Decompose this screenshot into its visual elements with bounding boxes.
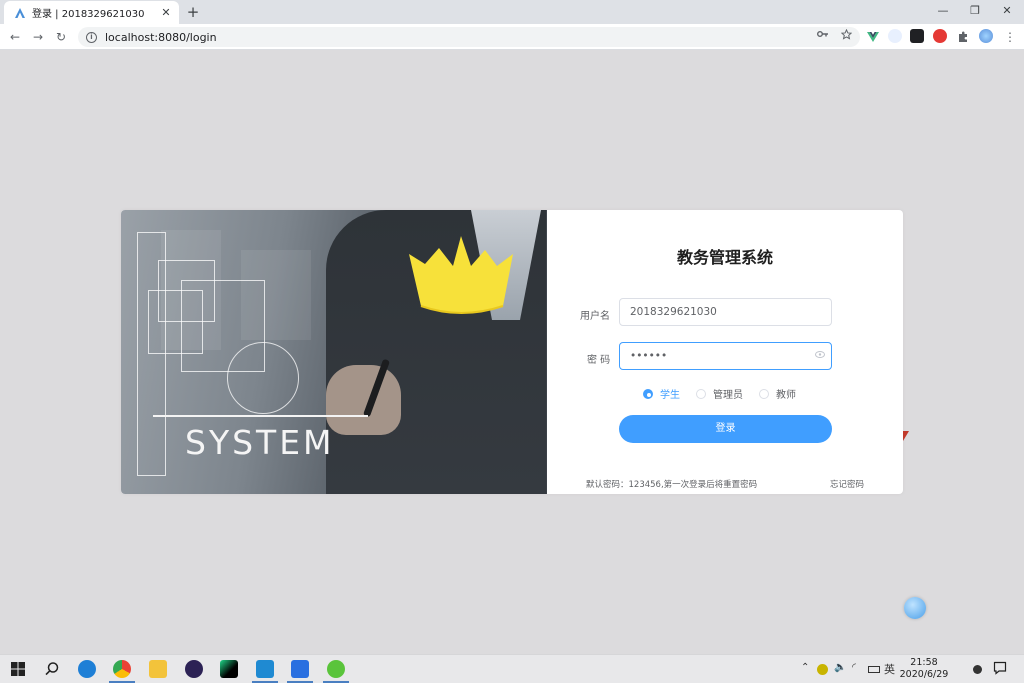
browser-tab[interactable]: 登录 | 2018329621030 ✕ bbox=[4, 1, 179, 24]
volume-icon[interactable]: 🔈 bbox=[834, 662, 846, 673]
outline-circle bbox=[227, 342, 299, 414]
puzzle-icon[interactable] bbox=[956, 29, 970, 43]
floating-assistant-icon[interactable] bbox=[904, 597, 926, 619]
tab-title: 登录 | 2018329621030 bbox=[32, 9, 145, 20]
search-icon[interactable] bbox=[43, 660, 61, 678]
role-radio-admin[interactable]: 管理员 bbox=[696, 386, 743, 401]
tray-expand-icon[interactable]: ⌃ bbox=[801, 662, 809, 673]
edge-icon[interactable] bbox=[78, 660, 96, 678]
forgot-password-link[interactable]: 忘记密码 bbox=[830, 478, 864, 490]
address-bar[interactable]: i localhost:8080/login bbox=[78, 27, 860, 47]
password-input[interactable]: •••••• bbox=[619, 342, 832, 370]
star-icon[interactable] bbox=[841, 29, 852, 40]
username-label: 用户名 bbox=[580, 311, 610, 322]
action-center-icon[interactable] bbox=[993, 661, 1007, 675]
system-underline bbox=[153, 415, 368, 417]
browser-tab-strip: 登录 | 2018329621030 ✕ + — ❐ ✕ bbox=[0, 0, 1024, 24]
minimize-button[interactable]: — bbox=[926, 0, 960, 22]
windows-taskbar: ⌃ 🔈 ◜ 英 21:58 2020/6/29 bbox=[0, 654, 1024, 683]
tab-close-icon[interactable]: ✕ bbox=[159, 6, 173, 19]
role-radio-teacher[interactable]: 教师 bbox=[759, 386, 796, 401]
vscode-icon[interactable] bbox=[256, 660, 274, 678]
role-label: 管理员 bbox=[713, 390, 743, 401]
new-tab-button[interactable]: + bbox=[184, 3, 202, 21]
role-label: 教师 bbox=[776, 390, 796, 401]
password-label: 密 码 bbox=[587, 355, 611, 366]
password-value: •••••• bbox=[630, 350, 668, 362]
login-card: SYSTEM 教务管理系统 用户名 2018329621030 密 码 ••••… bbox=[121, 210, 903, 494]
login-button[interactable]: 登录 bbox=[619, 415, 832, 443]
radio-dot bbox=[696, 388, 706, 399]
tray-app-icon[interactable] bbox=[817, 664, 828, 675]
eye-icon[interactable] bbox=[815, 351, 825, 358]
hand-figure bbox=[326, 365, 401, 435]
back-button[interactable]: ← bbox=[6, 28, 24, 46]
ime-indicator[interactable]: 英 bbox=[884, 661, 895, 677]
system-text: SYSTEM bbox=[185, 423, 335, 462]
reload-button[interactable]: ↻ bbox=[52, 28, 70, 46]
crown-icon bbox=[409, 236, 513, 314]
hero-image: SYSTEM bbox=[121, 210, 547, 494]
key-icon[interactable] bbox=[817, 29, 829, 39]
windows-start-icon[interactable] bbox=[9, 660, 27, 678]
role-radio-group: 学生 管理员 教师 bbox=[643, 386, 796, 401]
role-label: 学生 bbox=[660, 390, 680, 401]
radio-dot bbox=[643, 388, 653, 399]
app-logo-icon bbox=[15, 7, 25, 18]
restore-button[interactable]: ❐ bbox=[958, 0, 992, 22]
form-title: 教务管理系统 bbox=[676, 248, 773, 267]
role-radio-student[interactable]: 学生 bbox=[643, 386, 680, 401]
notification-badge bbox=[973, 665, 982, 674]
forward-button[interactable]: → bbox=[29, 28, 47, 46]
username-value: 2018329621030 bbox=[630, 306, 717, 318]
shield-app-icon[interactable] bbox=[291, 660, 309, 678]
url-text: localhost:8080/login bbox=[105, 30, 217, 44]
site-info-icon[interactable]: i bbox=[86, 31, 97, 43]
login-form: 教务管理系统 用户名 2018329621030 密 码 •••••• 学生 管… bbox=[547, 210, 903, 494]
chat-app-icon[interactable] bbox=[327, 660, 345, 678]
system-clock[interactable]: 21:58 2020/6/29 bbox=[898, 657, 950, 681]
extension-icon[interactable] bbox=[910, 29, 924, 43]
clock-date: 2020/6/29 bbox=[899, 669, 949, 680]
battery-icon[interactable] bbox=[868, 666, 880, 673]
vue-devtools-icon[interactable] bbox=[866, 29, 880, 43]
radio-dot bbox=[759, 388, 769, 399]
mouse-cursor bbox=[903, 431, 909, 441]
file-explorer-icon[interactable] bbox=[149, 660, 167, 678]
close-window-button[interactable]: ✕ bbox=[990, 0, 1024, 22]
default-password-hint: 默认密码：123456,第一次登录后将重置密码 bbox=[586, 480, 758, 490]
chrome-icon[interactable] bbox=[113, 660, 131, 678]
eclipse-icon[interactable] bbox=[185, 660, 203, 678]
pycharm-icon[interactable] bbox=[220, 660, 238, 678]
extension-icon[interactable] bbox=[888, 29, 902, 43]
clock-time: 21:58 bbox=[910, 657, 938, 668]
browser-menu-icon[interactable]: ⋮ bbox=[1001, 28, 1019, 46]
username-input[interactable]: 2018329621030 bbox=[619, 298, 832, 326]
extension-icon[interactable] bbox=[933, 29, 947, 43]
browser-toolbar: ← → ↻ i localhost:8080/login ⋮ bbox=[0, 24, 1024, 50]
wifi-icon[interactable]: ◜ bbox=[852, 662, 856, 673]
profile-avatar[interactable] bbox=[979, 29, 993, 43]
